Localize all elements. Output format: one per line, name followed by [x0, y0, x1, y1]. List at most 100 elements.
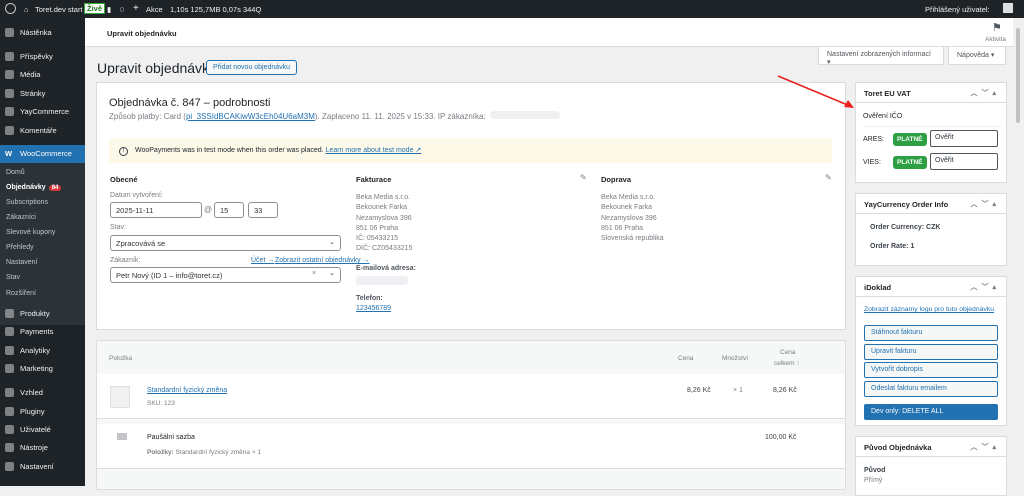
vies-status-badge: PLATNÉ [893, 156, 927, 169]
box-title: iDoklad [864, 283, 892, 292]
sidebar-item-woocommerce[interactable]: W WooCommerce [0, 145, 85, 163]
status-select[interactable]: Zpracovává se [110, 235, 341, 251]
delete-all-button[interactable]: Dev only: DELETE ALL [864, 404, 998, 420]
settings-icon [5, 462, 14, 471]
sidebar-item-appearance[interactable]: Vzhled [0, 384, 85, 401]
sidebar-item-plugins[interactable]: Pluginy [0, 403, 85, 420]
shipping-total: 100,00 Kč [765, 434, 797, 441]
address-line: Bekounek Farka [601, 204, 652, 212]
redacted-email [356, 276, 408, 285]
submenu-orders[interactable]: Objednávky 84 [6, 184, 62, 191]
sidebar-item-payments[interactable]: Payments [0, 323, 85, 340]
new-link[interactable]: Akce [146, 5, 163, 14]
sidebar-item-settings[interactable]: Nastavení [0, 458, 85, 475]
customer-select[interactable]: Petr Nový (ID 1 – info@toret.cz) [110, 267, 341, 283]
woocommerce-submenu: Domů Objednávky 84 Subscriptions Zákazníc… [0, 163, 85, 325]
help-button[interactable]: Nápověda ▾ [948, 47, 1006, 65]
sidebar-item-media[interactable]: Média [0, 66, 85, 83]
sidebar-label: Stránky [20, 89, 46, 98]
sidebar-label: Analytiky [20, 346, 51, 355]
create-credit-note-button[interactable]: Vytvořit dobropis [864, 362, 998, 378]
user-greeting[interactable]: Přihlášený uživatel: [925, 5, 990, 14]
other-orders-link[interactable]: Zobrazit ostatní objednávky → [275, 257, 370, 264]
edit-shipping-pencil-icon[interactable]: ✎ [825, 173, 832, 182]
comments-count: 0 [120, 5, 125, 14]
pages-icon [5, 89, 14, 98]
comments-icon[interactable]: ▮ [107, 5, 111, 14]
sidebar-item-dashboard[interactable]: Nástěnka [0, 24, 85, 41]
learn-more-link[interactable]: Learn more about test mode ↗ [326, 147, 422, 154]
user-avatar[interactable] [1003, 3, 1013, 13]
move-arrows-icon[interactable]: ︿﹀▴ [970, 442, 1000, 452]
status-label: Stav: [110, 224, 126, 231]
box-title: Původ Objednávka [864, 443, 932, 452]
clear-icon[interactable]: × [312, 270, 316, 277]
sidebar-item-pages[interactable]: Stránky [0, 85, 85, 102]
move-arrows-icon[interactable]: ︿﹀▴ [970, 282, 1000, 292]
activity-button[interactable]: Aktivita [985, 36, 1006, 43]
sidebar-label: Nástěnka [20, 28, 52, 37]
query-stats[interactable]: 1,10s 125,7MB 0,07s 344Q [170, 5, 261, 14]
hour-input[interactable]: 15 [214, 202, 244, 218]
wrench-icon [5, 443, 14, 452]
brush-icon [5, 388, 14, 397]
item-price: 8,26 Kč [687, 387, 711, 394]
comment-icon [5, 126, 14, 135]
move-arrows-icon[interactable]: ︿﹀▴ [970, 199, 1000, 209]
shipping-address: Beka Media s.r.o. Bekounek Farka Nezamyslo… [601, 193, 664, 244]
add-new-order-button[interactable]: Přidat novou objednávku [206, 60, 298, 75]
submenu-home[interactable]: Domů [6, 169, 25, 176]
notice-text: WooPayments was in test mode when this o… [135, 147, 324, 154]
sidebar-item-comments[interactable]: Komentáře [0, 122, 85, 139]
dashboard-icon [5, 28, 14, 37]
order-rate: Order Rate: 1 [870, 243, 915, 250]
product-link[interactable]: Standardní fyzický změna [147, 387, 227, 394]
customer-label: Zákazník: [110, 257, 141, 264]
sidebar-item-yaycommerce[interactable]: YayCommerce [0, 103, 85, 120]
site-name-link[interactable]: Toret.dev start [35, 5, 83, 14]
submenu-settings[interactable]: Nastavení [6, 259, 38, 266]
scrollbar[interactable] [1013, 18, 1024, 486]
sidebar-label: Příspěvky [20, 52, 53, 61]
payment-id-link[interactable]: pi_3SSIdBCAKiwW3cEh04U6aM3M [186, 112, 315, 121]
flag-icon[interactable]: ⚑ [992, 21, 1002, 34]
submenu-subscriptions[interactable]: Subscriptions [6, 199, 48, 206]
line-item-row: Standardní fyzický změna SKU: 123 8,26 K… [97, 374, 845, 419]
sidebar-item-analytics[interactable]: Analytiky [0, 342, 85, 359]
sidebar-item-posts[interactable]: Příspěvky [0, 48, 85, 65]
address-line: Beka Media s.r.o. [601, 194, 656, 201]
box-header: YayCurrency Order Info ︿﹀▴ [856, 194, 1006, 214]
download-invoice-button[interactable]: Stáhnout fakturu [864, 325, 998, 341]
sidebar-item-products[interactable]: Produkty [0, 305, 85, 322]
date-input[interactable]: 2025-11-11 [110, 202, 202, 218]
wordpress-logo-icon[interactable] [5, 3, 16, 14]
sidebar-item-marketing[interactable]: Marketing [0, 360, 85, 377]
item-qty: × 1 [733, 387, 743, 394]
products-icon [5, 309, 14, 318]
phone-link[interactable]: 123456789 [356, 305, 391, 312]
vies-verify-button[interactable]: Ověřit [930, 153, 998, 170]
edit-invoice-button[interactable]: Upravit fakturu [864, 344, 998, 360]
col-total-line2[interactable]: celkem ↑ [774, 360, 800, 367]
scrollbar-thumb[interactable] [1016, 28, 1020, 123]
ares-verify-button[interactable]: Ověřit [930, 130, 998, 147]
idoklad-log-link[interactable]: Zobrazit záznamy logu pro tuto objednávk… [864, 306, 994, 313]
address-line: 851 06 Praha [356, 224, 399, 232]
box-header: Toret EU VAT ︿﹀▴ [856, 83, 1006, 103]
screen-options-button[interactable]: Nastavení zobrazených informací ▾ [818, 47, 944, 66]
submenu-customers[interactable]: Zákazníci [6, 214, 36, 221]
submenu-coupons[interactable]: Slevové kupony [6, 229, 55, 236]
email-invoice-button[interactable]: Odeslat fakturu emailem [864, 381, 998, 397]
sidebar-item-users[interactable]: Uživatelé [0, 421, 85, 438]
move-arrows-icon[interactable]: ︿﹀▴ [970, 88, 1000, 98]
submenu-reports[interactable]: Přehledy [6, 244, 34, 251]
edit-billing-pencil-icon[interactable]: ✎ [580, 173, 587, 182]
submenu-status[interactable]: Stav [6, 274, 20, 281]
sidebar-label: YayCommerce [20, 107, 70, 116]
order-heading: Objednávka č. 847 – podrobnosti [109, 97, 271, 109]
order-items-panel: Položka Cena Množství Cena celkem ↑ Stan… [96, 340, 846, 490]
sidebar-item-tools[interactable]: Nástroje [0, 439, 85, 456]
account-link[interactable]: Účet → [251, 257, 274, 264]
minute-input[interactable]: 33 [248, 202, 278, 218]
submenu-extensions[interactable]: Rozšíření [6, 290, 36, 297]
